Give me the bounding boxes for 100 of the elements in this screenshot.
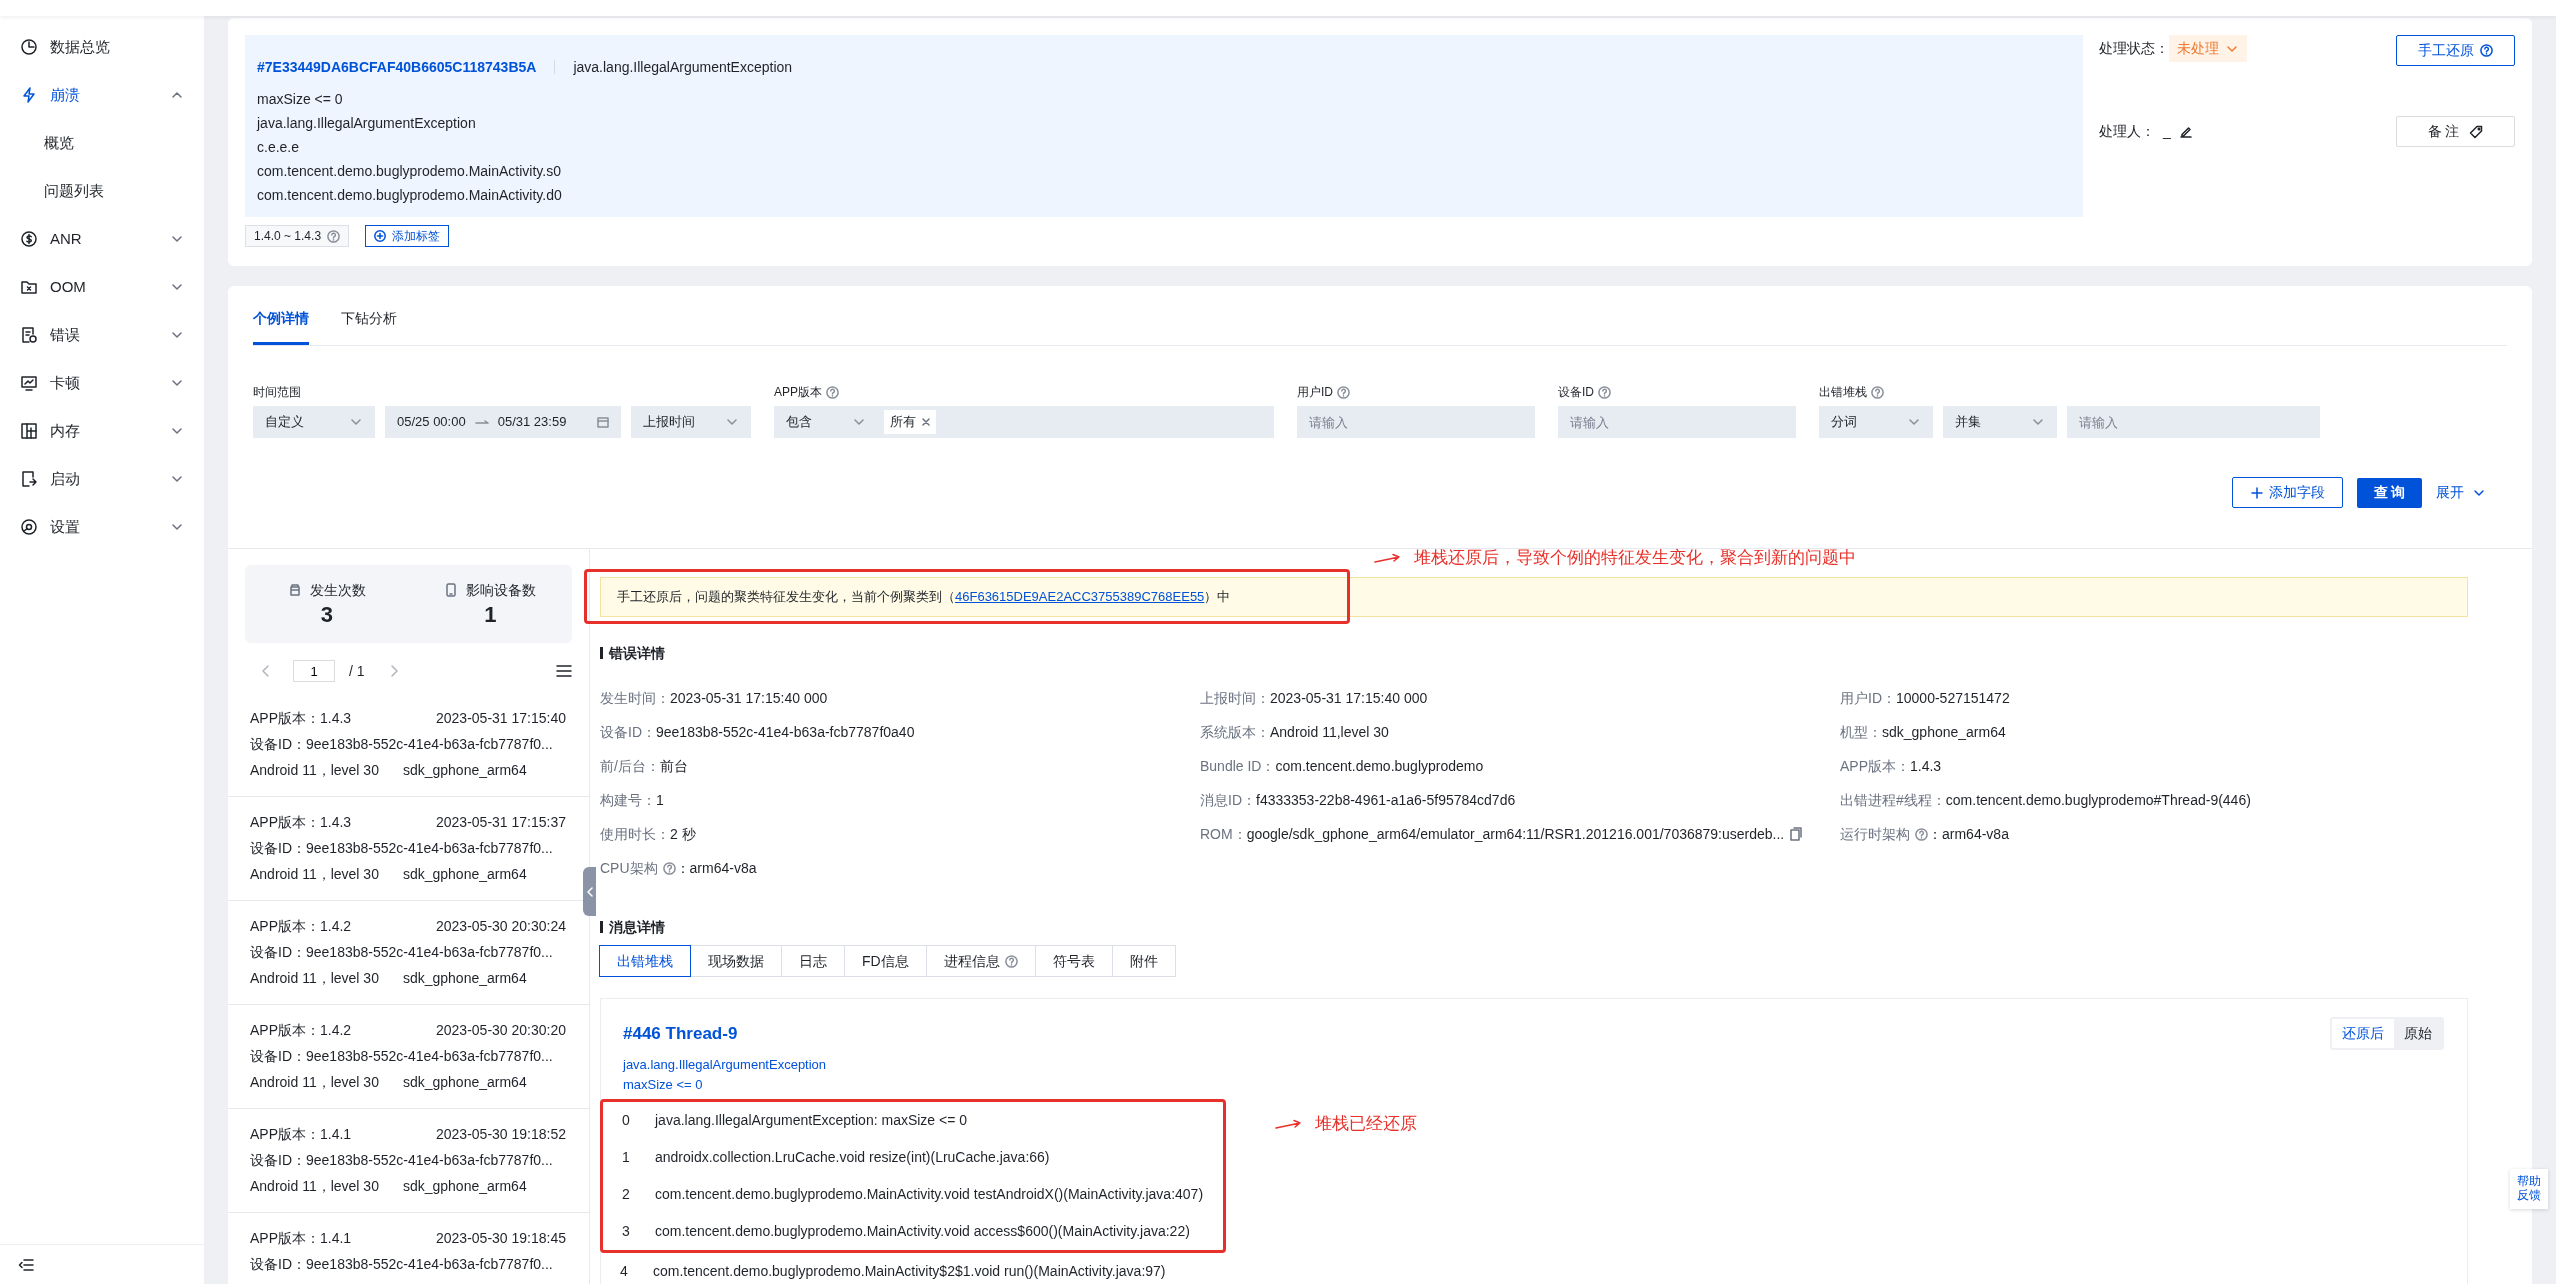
case-time: 2023-05-30 19:18:52 <box>436 1125 566 1144</box>
os-text: Android 11，level 30 <box>250 865 379 884</box>
field-label: APP版本： <box>1840 756 1910 776</box>
model-text: sdk_gphone_arm64 <box>402 761 527 780</box>
tab[interactable]: 日志 <box>781 945 845 977</box>
sidebar-item[interactable]: 启动 <box>0 455 204 503</box>
input-field[interactable]: 请输入 <box>1558 406 1796 438</box>
note-button[interactable]: 备 注 <box>2396 116 2515 147</box>
restore-button[interactable]: 手工还原 <box>2396 35 2515 66</box>
sidebar-item[interactable]: 设置 <box>0 503 204 551</box>
device-id-text: 设备ID：9ee183b8-552c-41e4-b63a-fcb7787f0... <box>250 1255 553 1274</box>
previous-page-button[interactable] <box>261 664 271 678</box>
app-version-text: APP版本：1.4.1 <box>250 1125 352 1144</box>
sidebar-item[interactable]: 卡顿 <box>0 359 204 407</box>
stack-line: maxSize <= 0 <box>257 90 344 109</box>
tab[interactable]: 进程信息 <box>925 945 1036 977</box>
add-field-button[interactable]: 添加字段 <box>2232 477 2343 508</box>
chevron-left-icon <box>261 664 271 678</box>
dropdown[interactable]: 自定义 <box>253 406 375 438</box>
input-field[interactable]: 请输入 <box>2067 406 2320 438</box>
folder-icon <box>20 278 38 296</box>
frame-index: 2 <box>622 1185 631 1204</box>
collapse-menu-icon <box>18 1257 34 1272</box>
case-item[interactable]: APP版本：1.4.3 2023-05-31 17:15:40 设备ID：9ee183b8-552c-41e4-b63a-fcb7787f0... Android 11，level 30 sdk_gphone_arm64 <box>228 693 589 797</box>
date-range-field[interactable]: 05/25 00:00 05/31 23:59 <box>385 406 621 438</box>
dropdown[interactable]: 并集 <box>1943 406 2057 438</box>
field-label: ： <box>675 858 690 878</box>
plus-circle-icon <box>374 230 387 242</box>
expand-link[interactable]: 展开 <box>2436 482 2486 503</box>
case-time: 2023-05-30 20:30:24 <box>436 917 566 936</box>
issue-id[interactable]: #7E33449DA6BCFAF40B6605C118743B5A <box>257 55 537 79</box>
sidebar-item[interactable]: 崩溃 <box>0 71 204 119</box>
document-icon <box>20 326 38 344</box>
sidebar-subitem[interactable]: 概览 <box>0 119 204 167</box>
add-tag-button[interactable]: 添加标签 <box>365 225 450 247</box>
toggle-option[interactable]: 原始 <box>2394 1019 2442 1048</box>
sidebar-item[interactable]: 数据总览 <box>0 23 204 71</box>
frame-index: 3 <box>622 1222 631 1241</box>
tab[interactable]: 出错堆栈 <box>599 945 691 977</box>
notice-text: 手工还原后，问题的聚类特征发生变化，当前个例聚类到（46F63615DE9AE2ACC3755389C768EE55）中 <box>617 588 1231 607</box>
tab[interactable]: FD信息 <box>844 945 927 977</box>
help-icon <box>2480 44 2493 57</box>
exception-message: maxSize <= 0 <box>623 1076 704 1094</box>
issue-link[interactable]: 46F63615DE9AE2ACC3755389C768EE55 <box>955 589 1205 605</box>
sidebar-subitem[interactable]: 问题列表 <box>0 167 204 215</box>
exception-type: java.lang.IllegalArgumentException <box>573 58 793 77</box>
arrow-icon <box>473 417 490 427</box>
annotation-text: 堆栈已经还原 <box>1315 1113 1417 1135</box>
stat-value: 1 <box>484 600 497 629</box>
field-label: 构建号： <box>600 790 656 810</box>
sidebar-item[interactable]: ANR <box>0 215 204 263</box>
stack-line: java.lang.IllegalArgumentException <box>257 114 477 133</box>
tab[interactable]: 个例详情 <box>253 308 309 345</box>
stack-frame-text: com.tencent.demo.buglyprodemo.MainActivity.void access$600()(MainActivity.java:22) <box>655 1222 1190 1241</box>
input-field[interactable]: 请输入 <box>1297 406 1535 438</box>
tab[interactable]: 下钻分析 <box>341 308 397 345</box>
case-item[interactable]: APP版本：1.4.2 2023-05-30 20:30:20 设备ID：9ee183b8-552c-41e4-b63a-fcb7787f0... Android 11，level 30 sdk_gphone_arm64 <box>228 1005 589 1109</box>
bolt-icon <box>20 86 38 104</box>
next-page-button[interactable] <box>388 664 399 678</box>
field-value: Android 11,level 30 <box>1270 722 1389 742</box>
device-id-text: 设备ID：9ee183b8-552c-41e4-b63a-fcb7787f0... <box>250 1151 553 1170</box>
collapse-handle[interactable] <box>583 867 596 916</box>
model-text: sdk_gphone_arm64 <box>402 1177 527 1196</box>
help-feedback-button[interactable]: 帮助反馈 <box>2510 1169 2548 1209</box>
document-icon <box>20 470 38 488</box>
filter-label: APP版本 <box>774 384 822 401</box>
case-time: 2023-05-31 17:15:40 <box>436 709 566 728</box>
app-version-text: APP版本：1.4.2 <box>250 917 352 936</box>
field-label: 使用时长： <box>600 824 670 844</box>
case-item[interactable]: APP版本：1.4.1 2023-05-30 19:18:52 设备ID：9ee183b8-552c-41e4-b63a-fcb7787f0... Android 11，level 30 sdk_gphone_arm64 <box>228 1109 589 1213</box>
stat-value: 3 <box>320 600 333 629</box>
dropdown[interactable]: 上报时间 <box>631 406 751 438</box>
tab[interactable]: 现场数据 <box>690 945 782 977</box>
tab[interactable]: 附件 <box>1111 945 1176 977</box>
tag-chip[interactable]: 所有 <box>884 410 936 434</box>
phone-icon <box>444 583 459 597</box>
help-icon <box>327 229 341 243</box>
query-button[interactable]: 查 询 <box>2357 477 2422 508</box>
tab[interactable]: 符号表 <box>1034 945 1113 977</box>
case-item[interactable]: APP版本：1.4.1 2023-05-30 19:18:45 设备ID：9ee183b8-552c-41e4-b63a-fcb7787f0... <box>228 1213 589 1284</box>
sidebar-item[interactable]: OOM <box>0 263 204 311</box>
chevron-left-icon <box>586 886 593 897</box>
page-input[interactable]: 1 <box>293 660 335 682</box>
sidebar-item[interactable]: 错误 <box>0 311 204 359</box>
target-icon <box>20 518 38 536</box>
case-time: 2023-05-30 19:18:45 <box>436 1229 566 1248</box>
sidebar-item[interactable]: 内存 <box>0 407 204 455</box>
field-label: 机型： <box>1840 722 1882 742</box>
dropdown[interactable]: 包含 <box>774 406 878 438</box>
stack-line: c.e.e.e <box>257 138 301 157</box>
dropdown[interactable]: 分词 <box>1819 406 1933 438</box>
field-label: 发生时间： <box>600 688 670 708</box>
frame-index: 4 <box>620 1262 629 1281</box>
tag-icon <box>2469 124 2484 139</box>
toggle-option[interactable]: 还原后 <box>2332 1019 2394 1048</box>
field-label: 系统版本： <box>1200 722 1270 742</box>
os-text: Android 11，level 30 <box>250 1073 379 1092</box>
field-label: 出错进程#线程： <box>1840 790 1946 810</box>
page-total: / 1 <box>349 661 365 681</box>
stack-frame-text: com.tencent.demo.buglyprodemo.MainActivity.void testAndroidX()(MainActivity.java:407) <box>655 1185 1204 1204</box>
